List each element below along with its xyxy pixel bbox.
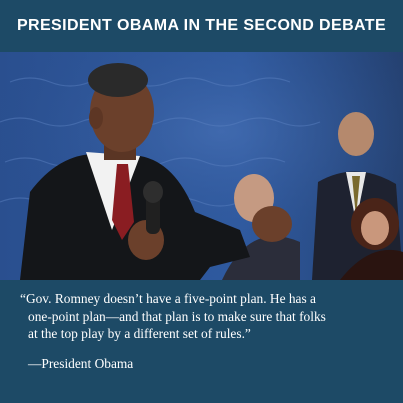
- quote-line: “Gov. Romney doesn’t have a five-point p…: [20, 291, 316, 306]
- quote-line: one-point plan—and that plan is to make …: [28, 308, 326, 324]
- quote-text: “Gov. Romney doesn’t have a five-point p…: [20, 290, 390, 343]
- debate-photo: [0, 52, 403, 280]
- graphic-card: PRESIDENT OBAMA IN THE SECOND DEBATE “Go…: [0, 0, 403, 403]
- quote-line: at the top play by a different set of ru…: [28, 326, 251, 341]
- header-title: PRESIDENT OBAMA IN THE SECOND DEBATE: [16, 17, 387, 34]
- quote-attribution: —President Obama: [28, 356, 134, 371]
